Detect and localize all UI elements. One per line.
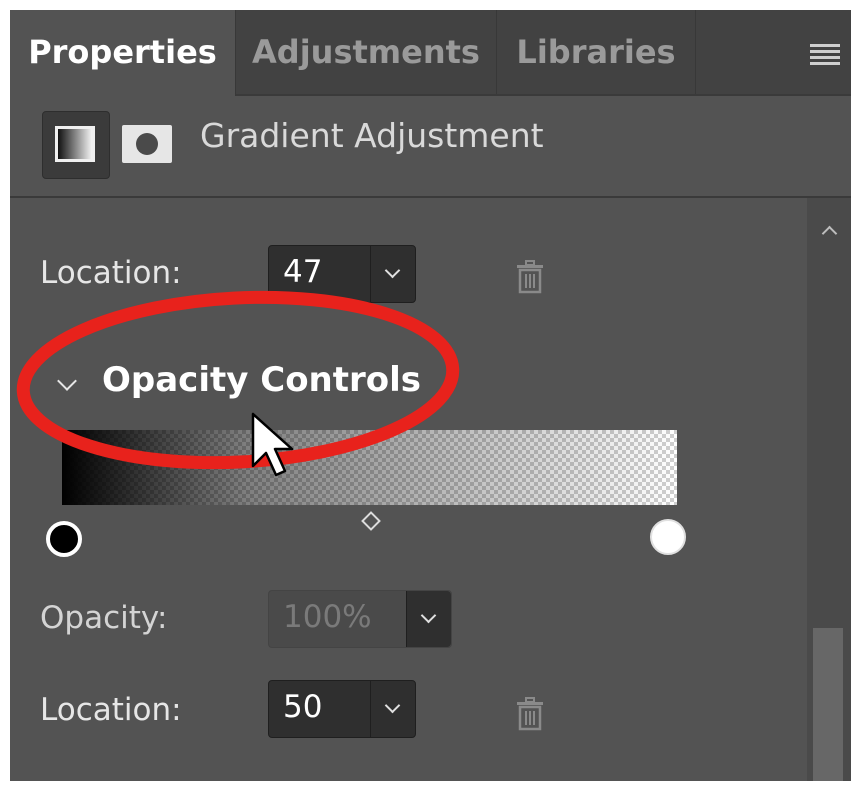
opacity-value: 100%	[283, 599, 372, 635]
panel-tab-bar: Properties Adjustments Libraries	[10, 10, 851, 96]
opacity-location-field[interactable]: 50	[268, 680, 416, 738]
tab-libraries[interactable]: Libraries	[497, 10, 696, 94]
scroll-thumb[interactable]	[813, 628, 843, 781]
delete-color-stop-icon[interactable]	[516, 260, 544, 294]
layer-mask-icon[interactable]	[122, 125, 172, 163]
gradient-adjustment-icon[interactable]	[42, 111, 110, 179]
opacity-gradient-bar[interactable]	[62, 430, 677, 505]
opacity-field[interactable]: 100%	[268, 590, 452, 648]
opacity-stop-left[interactable]	[46, 521, 82, 557]
chevron-down-icon[interactable]	[370, 681, 415, 737]
properties-panel: Properties Adjustments Libraries Gradien…	[10, 10, 851, 781]
opacity-location-label: Location:	[40, 692, 182, 728]
panel-menu-icon[interactable]	[810, 44, 840, 65]
color-location-label: Location:	[40, 255, 182, 291]
tab-properties[interactable]: Properties	[10, 10, 236, 96]
chevron-down-icon[interactable]	[370, 246, 415, 302]
scroll-up-arrow-icon[interactable]	[821, 225, 838, 242]
tab-adjustments[interactable]: Adjustments	[236, 10, 497, 94]
vertical-scrollbar[interactable]	[807, 198, 851, 781]
opacity-label: Opacity:	[40, 600, 168, 636]
opacity-location-value: 50	[283, 689, 323, 725]
color-location-field[interactable]: 47	[268, 245, 416, 303]
midpoint-diamond-icon[interactable]	[361, 511, 381, 531]
adjustment-header: Gradient Adjustment	[10, 96, 851, 198]
opacity-stop-right[interactable]	[650, 519, 686, 555]
section-chevron-down-icon[interactable]	[57, 371, 77, 391]
chevron-down-icon[interactable]	[406, 591, 451, 647]
opacity-controls-heading[interactable]: Opacity Controls	[102, 360, 421, 400]
color-location-value: 47	[283, 254, 323, 290]
adjustment-title: Gradient Adjustment	[200, 116, 544, 155]
delete-opacity-stop-icon[interactable]	[516, 697, 544, 731]
